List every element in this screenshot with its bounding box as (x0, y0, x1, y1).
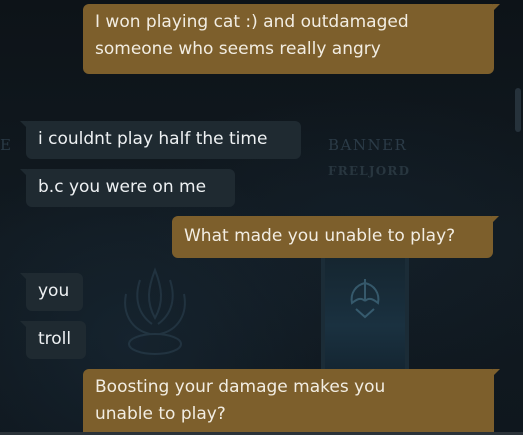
outgoing-message: What made you unable to play? (172, 216, 499, 258)
message-text: i couldnt play half the time (38, 129, 268, 149)
chat-log[interactable]: E BANNER FRELJORD I won playing cat:) a… (0, 0, 523, 435)
message-text: troll (38, 329, 72, 349)
incoming-message: troll (20, 321, 86, 359)
crest-icon (100, 258, 210, 372)
message-text: someone who seems really angry (95, 39, 381, 59)
message-text: b.c you were on me (38, 177, 207, 197)
outgoing-message: Boosting your damage makes you unable to… (83, 369, 500, 435)
message-text: you (38, 281, 70, 301)
background-banner-subtitle: FRELJORD (328, 164, 411, 178)
message-text: unable to play? (95, 404, 226, 424)
incoming-message: you (20, 273, 83, 311)
scrollbar-thumb[interactable] (515, 88, 521, 132)
incoming-message: i couldnt play half the time (20, 121, 301, 159)
incoming-message: b.c you were on me (20, 169, 235, 207)
freljord-emblem-icon (342, 275, 388, 325)
message-text: What made you unable to play? (184, 226, 456, 246)
background-text: E (0, 136, 12, 154)
message-text: Boosting your damage makes you (95, 377, 386, 397)
background-banner-title: BANNER (328, 136, 408, 154)
outgoing-message: I won playing cat :) and outdamaged some… (83, 4, 500, 74)
message-text: I won playing cat :) and outdamaged (95, 12, 409, 32)
banner-image (321, 255, 409, 373)
